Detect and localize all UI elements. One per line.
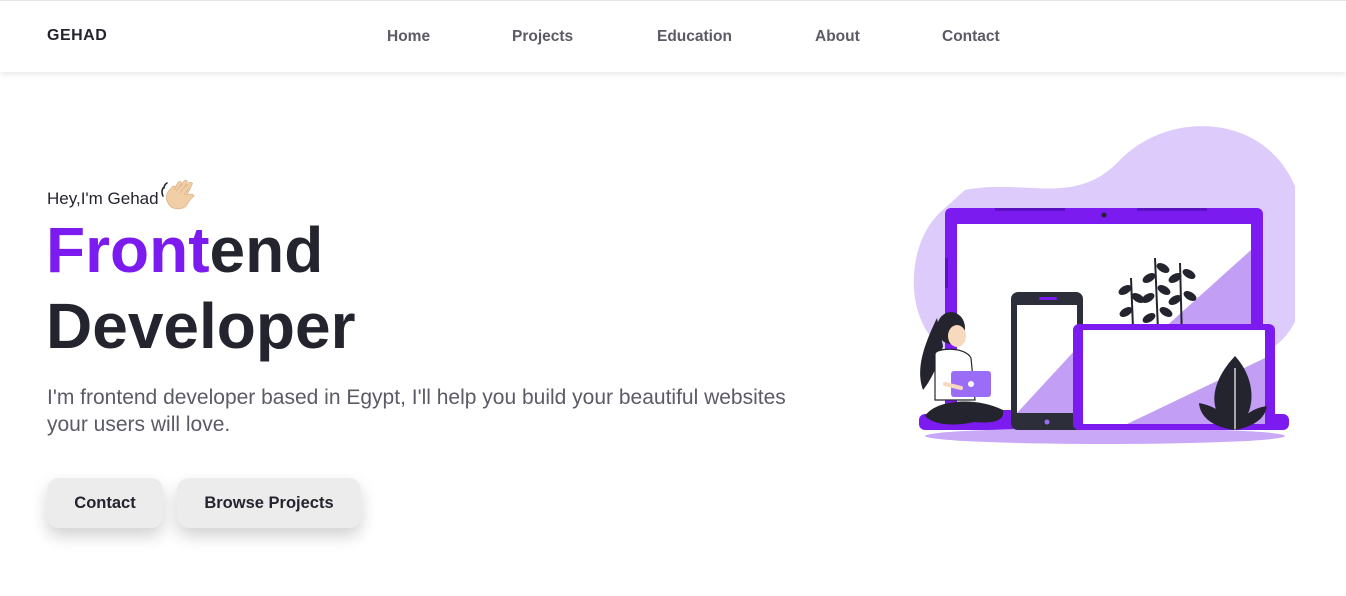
nav-link-home[interactable]: Home xyxy=(387,28,430,46)
nav-link-projects[interactable]: Projects xyxy=(512,28,573,46)
title-rest: end xyxy=(209,214,324,286)
contact-button[interactable]: Contact xyxy=(47,478,163,528)
nav-link-about[interactable]: About xyxy=(815,28,860,46)
browse-projects-button[interactable]: Browse Projects xyxy=(177,478,361,528)
page-title: Frontend Developer xyxy=(46,212,355,364)
nav-link-contact[interactable]: Contact xyxy=(942,28,1000,46)
navbar: GEHAD Home Projects Education About Cont… xyxy=(0,0,1346,72)
title-accent: Front xyxy=(46,214,210,286)
developer-devices-illustration xyxy=(913,126,1295,444)
title-line-2: Developer xyxy=(46,290,356,362)
greeting-text: Hey,I'm Gehad xyxy=(47,189,159,208)
intro-text: I'm frontend developer based in Egypt, I… xyxy=(47,386,786,436)
brand-logo[interactable]: GEHAD xyxy=(47,27,107,45)
nav-link-education[interactable]: Education xyxy=(657,28,732,46)
